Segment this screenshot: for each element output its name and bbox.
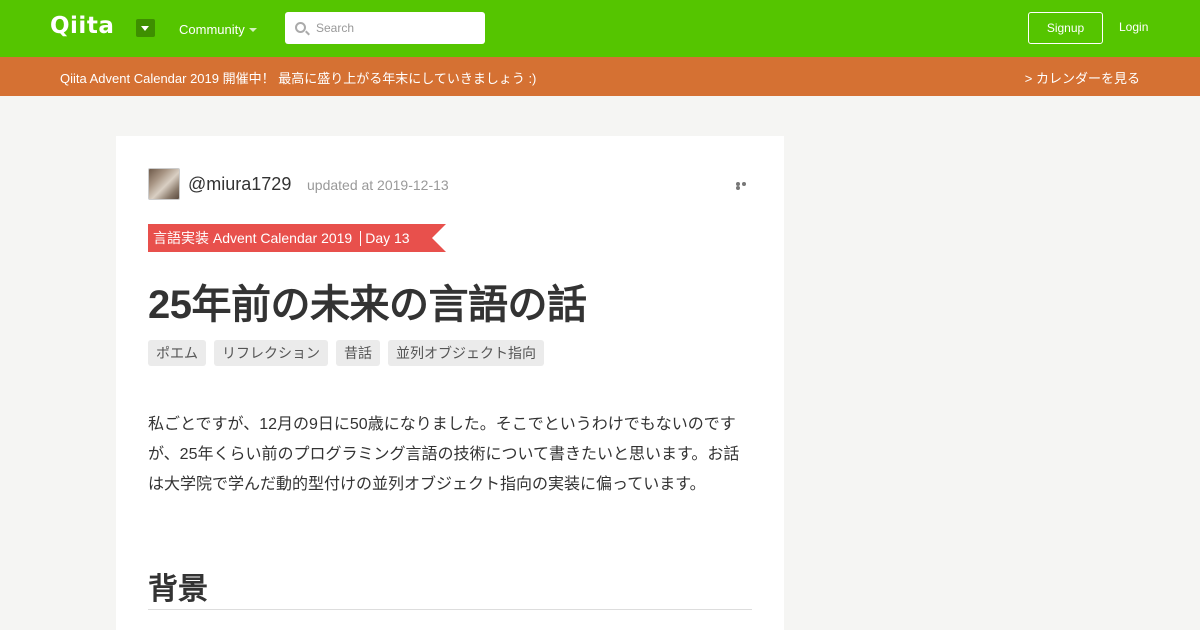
- more-options-icon[interactable]: [736, 182, 752, 190]
- tag[interactable]: 昔話: [336, 340, 380, 366]
- tag[interactable]: ポエム: [148, 340, 206, 366]
- chevron-down-icon: [249, 28, 257, 32]
- search-box[interactable]: [285, 12, 485, 44]
- logo-dropdown-icon[interactable]: [136, 19, 155, 37]
- login-link[interactable]: Login: [1119, 20, 1148, 34]
- calendar-name: 言語実装 Advent Calendar 2019: [153, 230, 353, 246]
- tag[interactable]: リフレクション: [214, 340, 328, 366]
- advent-banner: Qiita Advent Calendar 2019 開催中！ 最高に盛り上がる…: [0, 57, 1200, 96]
- article-intro: 私ごとですが、12月の9日に50歳になりました。そこでというわけでもないのですが…: [148, 416, 740, 493]
- qiita-logo[interactable]: Qiita: [50, 13, 114, 39]
- article-card: @miura1729 updated at 2019-12-13 言語実装 Ad…: [116, 136, 784, 630]
- signup-button[interactable]: Signup: [1028, 12, 1103, 44]
- advent-banner-text: Qiita Advent Calendar 2019 開催中！ 最高に盛り上がる…: [60, 71, 537, 86]
- author-name[interactable]: @miura1729: [188, 174, 291, 195]
- tag[interactable]: 並列オブジェクト指向: [388, 340, 544, 366]
- avatar[interactable]: [148, 168, 180, 200]
- heading-divider: [148, 609, 752, 610]
- tag-list: ポエム リフレクション 昔話 並列オブジェクト指向: [148, 340, 544, 366]
- updated-date: updated at 2019-12-13: [307, 177, 449, 193]
- search-icon: [295, 22, 306, 33]
- community-menu[interactable]: Community: [179, 22, 245, 37]
- global-header: Qiita Community Signup Login: [0, 0, 1200, 57]
- advent-calendar-ribbon[interactable]: 言語実装 Advent Calendar 2019 Day 13: [148, 224, 446, 252]
- calendar-link[interactable]: > カレンダーを見る: [1025, 68, 1140, 87]
- search-input[interactable]: [316, 18, 476, 38]
- article-title: 25年前の未来の言語の話: [148, 283, 587, 327]
- section-heading: 背景: [148, 573, 208, 606]
- calendar-day: Day 13: [365, 230, 410, 246]
